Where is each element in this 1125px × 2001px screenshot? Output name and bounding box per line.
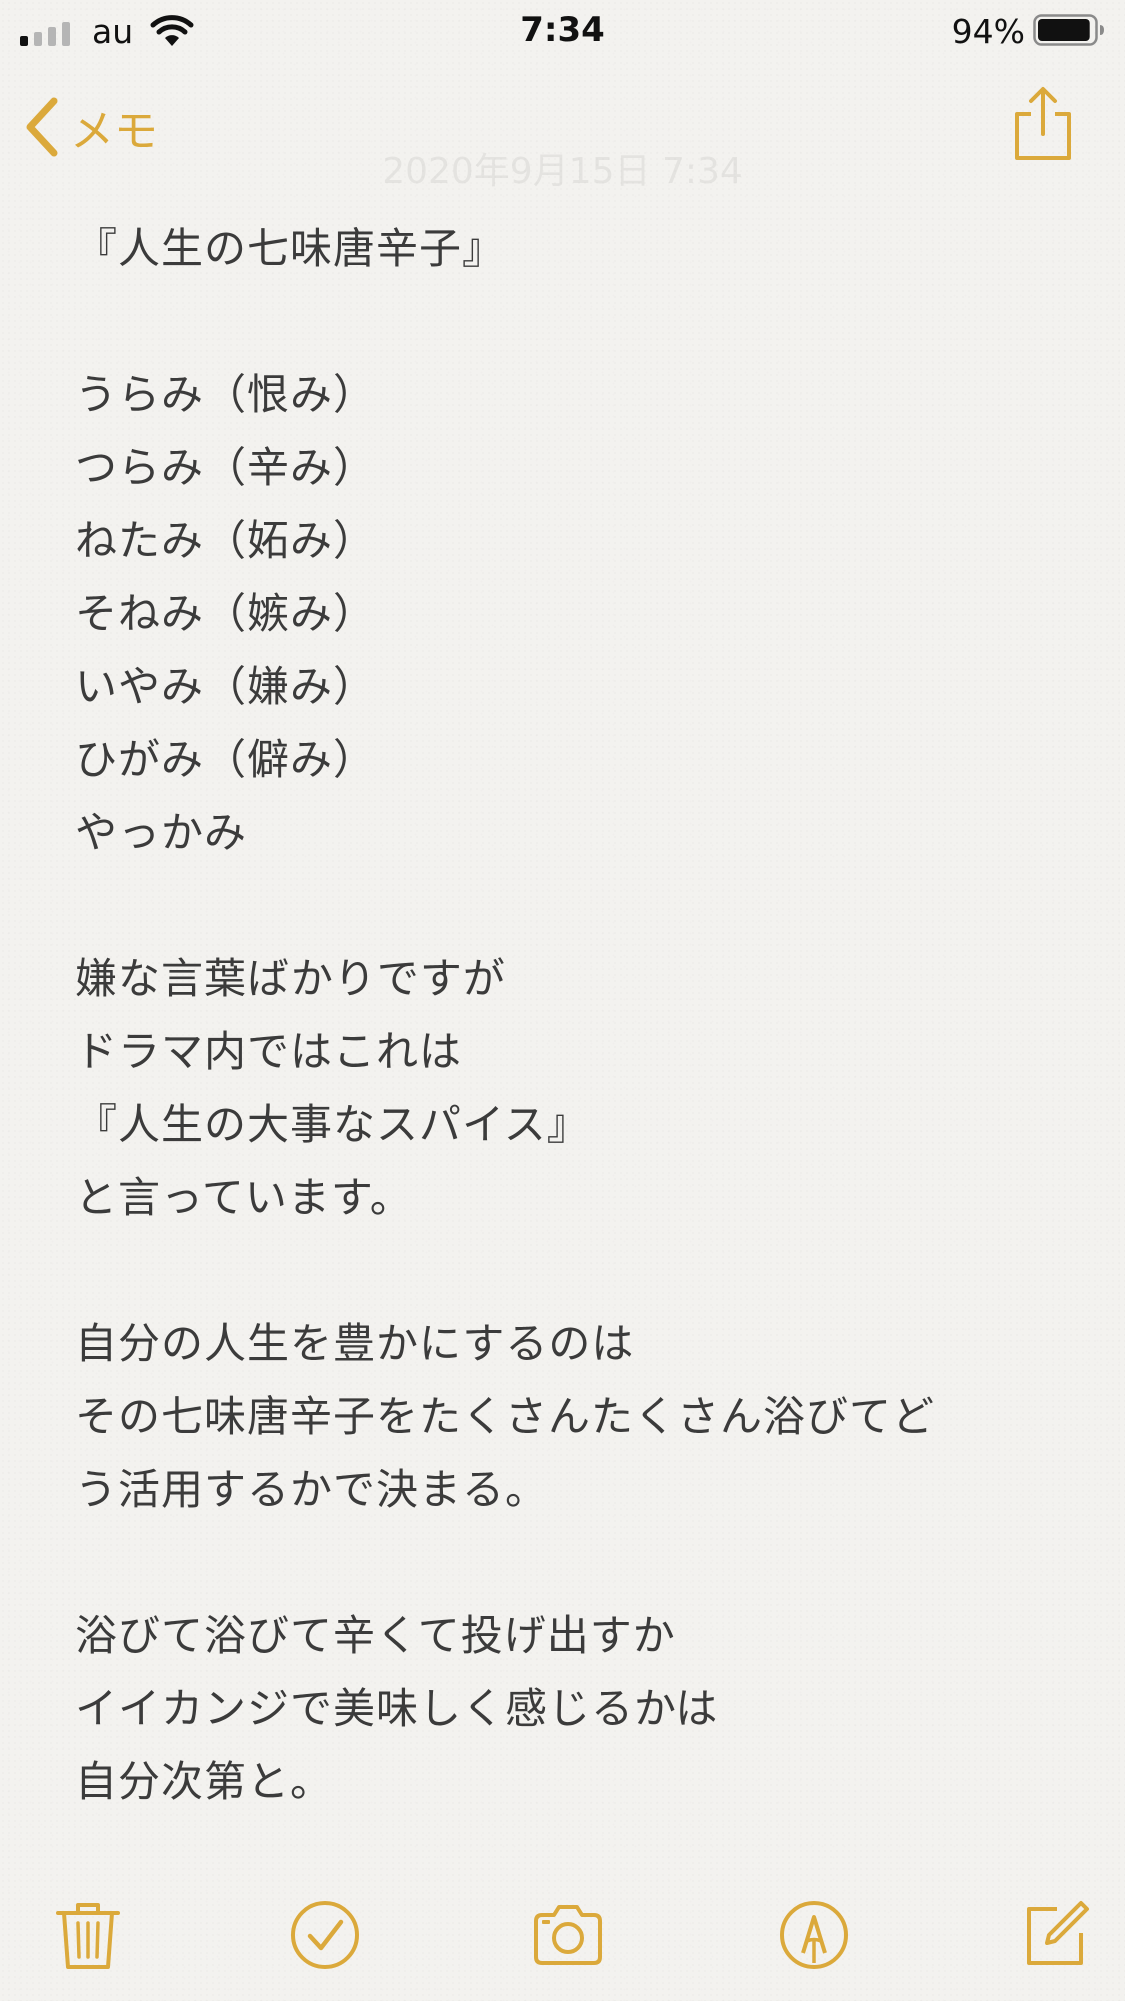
share-button[interactable] <box>1011 84 1075 164</box>
battery-percent: 94% <box>951 12 1025 51</box>
share-icon <box>1015 87 1071 160</box>
wifi-icon <box>150 15 194 46</box>
note-line: う活用するかで決まる。 <box>75 1465 549 1514</box>
note-line: いやみ（嫌み） <box>75 662 377 711</box>
note-timestamp: 2020年9月15日 7:34 <box>382 151 743 192</box>
note-body[interactable]: 『人生の七味唐辛子』 うらみ（恨み） つらみ（辛み） ねたみ（妬み） そねみ（嫉… <box>75 212 1055 1818</box>
note-line: 自分の人生を豊かにするのは <box>75 1319 635 1368</box>
note-line <box>75 285 1055 358</box>
note-line: やっかみ <box>75 808 248 857</box>
note-line: うらみ（恨み） <box>75 370 377 419</box>
note-line: そねみ（嫉み） <box>75 589 377 638</box>
note-line: イイカンジで美味しく感じるかは <box>75 1684 719 1733</box>
note-line: 『人生の七味唐辛子』 <box>75 224 506 273</box>
back-button-label: メモ <box>70 106 158 157</box>
markup-icon <box>780 1901 848 1969</box>
compose-new-note-button[interactable] <box>1015 1890 1095 1980</box>
camera-button[interactable] <box>528 1890 608 1980</box>
camera-icon <box>534 1905 602 1965</box>
note-line: ねたみ（妬み） <box>75 516 377 565</box>
note-line: 『人生の大事なスパイス』 <box>75 1100 590 1149</box>
chevron-left-icon <box>26 97 58 157</box>
trash-icon <box>56 1903 120 1969</box>
checklist-button[interactable] <box>285 1890 365 1980</box>
note-line: ひがみ（僻み） <box>75 735 377 784</box>
note-line: と言っています。 <box>75 1173 413 1222</box>
status-bar: au 7:34 94% <box>0 0 1125 62</box>
cellular-signal-icon <box>20 22 70 46</box>
note-line: ドラマ内ではこれは <box>75 1027 463 1076</box>
note-line: 嫌な言葉ばかりですが <box>75 954 506 1003</box>
note-line: その七味唐辛子をたくさんたくさん浴びてど <box>75 1392 936 1441</box>
carrier-label: au <box>92 12 134 51</box>
note-line: 浴びて浴びて辛くて投げ出すか <box>75 1611 676 1660</box>
battery-icon <box>1033 14 1104 46</box>
bottom-toolbar <box>0 1890 1125 1980</box>
status-time: 7:34 <box>520 10 605 50</box>
note-line <box>75 869 1055 942</box>
compose-icon <box>1027 1901 1089 1965</box>
delete-button[interactable] <box>48 1890 128 1980</box>
note-line <box>75 1234 1055 1307</box>
note-line <box>75 1526 1055 1599</box>
battery-level-fill <box>1038 19 1090 41</box>
back-to-notes-button[interactable]: メモ <box>22 92 158 162</box>
note-line: つらみ（辛み） <box>75 443 377 492</box>
markup-button[interactable] <box>774 1890 854 1980</box>
checklist-icon <box>291 1901 359 1969</box>
note-line: 自分次第と。 <box>75 1757 334 1806</box>
